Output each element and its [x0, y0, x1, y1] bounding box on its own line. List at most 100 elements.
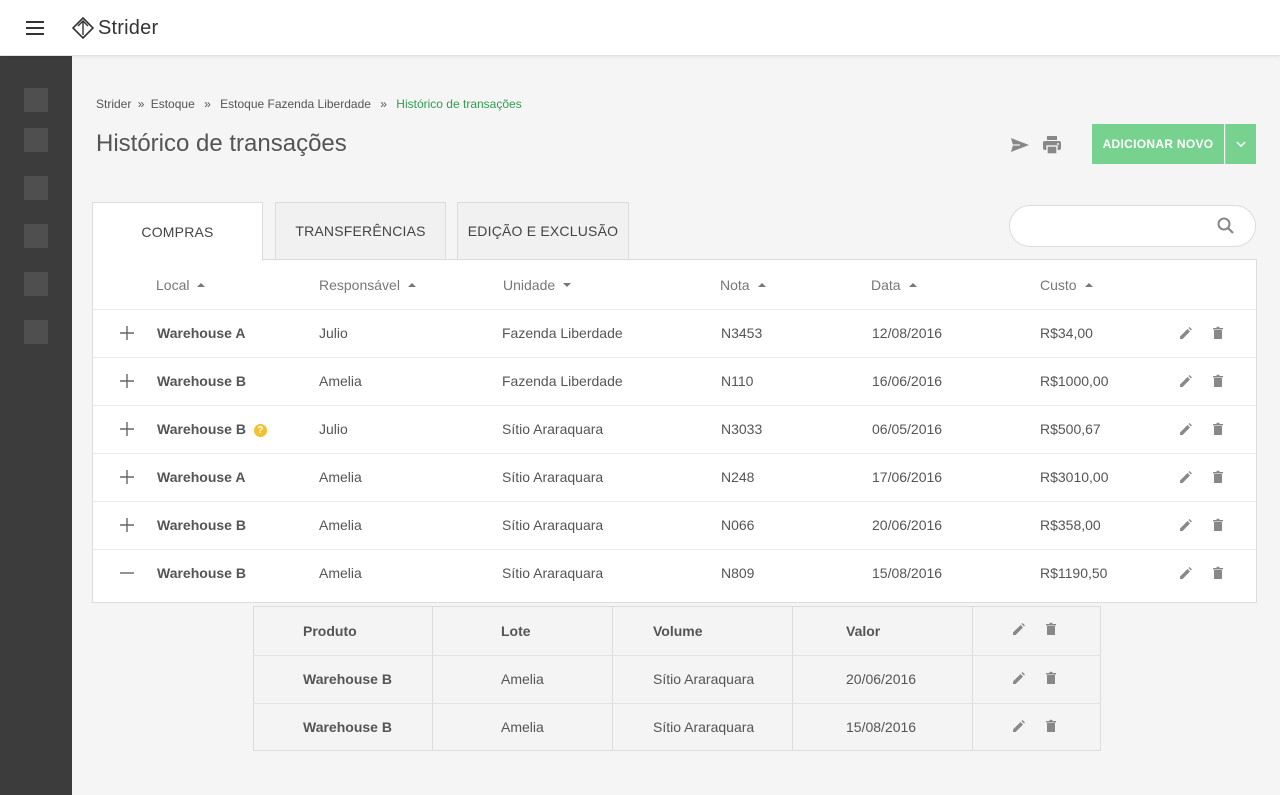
sort-asc-icon	[407, 283, 416, 288]
add-new-dropdown-button[interactable]	[1225, 124, 1256, 164]
table-row[interactable]: Warehouse B Amelia Sítio Araraquara N066 20/…	[93, 501, 1256, 549]
delete-icon[interactable]	[1210, 421, 1226, 437]
column-header-data[interactable]: Data	[871, 277, 917, 293]
cell-nota: N110	[721, 373, 754, 389]
cell-lote: Amelia	[501, 671, 544, 687]
breadcrumb-separator: »	[204, 97, 211, 111]
strider-logo-icon	[72, 17, 94, 39]
page-title: Histórico de transações	[96, 130, 347, 157]
plus-icon[interactable]	[117, 467, 137, 487]
search-input[interactable]	[1026, 216, 1206, 236]
table-row[interactable]: Warehouse A Julio Fazenda Liberdade N3453 12…	[93, 309, 1256, 357]
delete-icon[interactable]	[1043, 670, 1059, 686]
cell-custo: R$34,00	[1040, 325, 1093, 341]
delete-icon[interactable]	[1210, 517, 1226, 533]
sidebar-item-2[interactable]	[24, 128, 48, 152]
cell-local: Warehouse A	[157, 325, 245, 341]
column-label: Data	[871, 277, 901, 293]
delete-icon[interactable]	[1210, 469, 1226, 485]
app-name: Strider	[98, 16, 159, 39]
edit-icon[interactable]	[1178, 373, 1194, 389]
sidebar-item-6[interactable]	[24, 320, 48, 344]
table-row[interactable]: Warehouse A Amelia Sítio Araraquara N248 17/…	[93, 453, 1256, 501]
column-header-unidade[interactable]: Unidade	[503, 277, 572, 293]
edit-icon[interactable]	[1011, 621, 1027, 637]
edit-icon[interactable]	[1178, 565, 1194, 581]
send-icon[interactable]	[1008, 133, 1032, 157]
column-label: Custo	[1040, 277, 1077, 293]
cell-unidade: Fazenda Liberdade	[502, 325, 623, 341]
sort-asc-icon	[908, 283, 917, 288]
cell-unidade: Sítio Araraquara	[502, 469, 604, 485]
plus-icon[interactable]	[117, 371, 137, 391]
cell-data: 17/06/2016	[872, 469, 943, 485]
add-new-button[interactable]: ADICIONAR NOVO	[1092, 124, 1224, 164]
delete-icon[interactable]	[1210, 373, 1226, 389]
delete-icon[interactable]	[1043, 621, 1059, 637]
sidebar-item-3[interactable]	[24, 176, 48, 200]
chevron-down-icon	[1236, 140, 1246, 147]
sidebar	[0, 56, 72, 795]
tab-edicao-exclusao[interactable]: EDIÇÃO E EXCLUSÃO	[457, 202, 629, 259]
cell-nota: N066	[721, 517, 755, 533]
detail-row[interactable]: Warehouse B Amelia Sítio Araraquara 20/06/2…	[254, 655, 1100, 703]
search-icon[interactable]	[1216, 216, 1236, 236]
column-header-responsavel[interactable]: Responsável	[319, 277, 416, 293]
edit-icon[interactable]	[1178, 325, 1194, 341]
cell-valor: 20/06/2016	[846, 671, 917, 687]
print-icon[interactable]	[1040, 133, 1064, 157]
cell-nota: N248	[721, 469, 755, 485]
transactions-table: Local Responsável Unidade Nota Data Cust…	[92, 259, 1257, 603]
help-icon[interactable]: ?	[253, 424, 267, 437]
sidebar-item-4[interactable]	[24, 224, 48, 248]
column-header-nota[interactable]: Nota	[720, 277, 766, 293]
detail-header-lote: Lote	[501, 623, 531, 639]
delete-icon[interactable]	[1210, 565, 1226, 581]
column-header-local[interactable]: Local	[156, 277, 206, 293]
sidebar-item-5[interactable]	[24, 272, 48, 296]
tab-compras[interactable]: COMPRAS	[92, 202, 263, 261]
table-row[interactable]: Warehouse B Amelia Sítio Araraquara N809 15/…	[93, 549, 1256, 597]
local-text: Warehouse B	[157, 517, 246, 533]
edit-icon[interactable]	[1011, 718, 1027, 734]
breadcrumb-item[interactable]: Strider	[96, 97, 131, 111]
cell-unidade: Sítio Araraquara	[502, 517, 604, 533]
cell-produto: Warehouse B	[303, 719, 392, 735]
plus-icon[interactable]	[117, 515, 137, 535]
edit-icon[interactable]	[1178, 469, 1194, 485]
delete-icon[interactable]	[1210, 325, 1226, 341]
table-header: Local Responsável Unidade Nota Data Cust…	[93, 260, 1256, 310]
table-row[interactable]: Warehouse B Amelia Fazenda Liberdade N110 16…	[93, 357, 1256, 405]
edit-icon[interactable]	[1011, 670, 1027, 686]
detail-table: Produto Lote Volume Valor Warehouse B Ame…	[253, 606, 1101, 751]
search-box	[1009, 205, 1256, 247]
detail-header-volume: Volume	[653, 623, 703, 639]
edit-icon[interactable]	[1178, 517, 1194, 533]
plus-icon[interactable]	[117, 323, 137, 343]
minus-icon[interactable]	[117, 563, 137, 583]
column-header-custo[interactable]: Custo	[1040, 277, 1093, 293]
breadcrumb-separator: »	[137, 97, 145, 111]
menu-icon[interactable]	[24, 18, 48, 38]
cell-responsavel: Amelia	[319, 373, 362, 389]
plus-icon[interactable]	[117, 419, 137, 439]
sort-asc-icon	[197, 283, 206, 288]
delete-icon[interactable]	[1043, 718, 1059, 734]
table-row[interactable]: Warehouse B? Julio Sítio Araraquara N3033 06…	[93, 405, 1256, 453]
breadcrumb-item[interactable]: Estoque Fazenda Liberdade	[220, 97, 371, 111]
cell-custo: R$500,67	[1040, 421, 1101, 437]
cell-unidade: Sítio Araraquara	[502, 421, 604, 437]
logo[interactable]: Strider	[72, 16, 158, 40]
tab-transferencias[interactable]: TRANSFERÊNCIAS	[275, 202, 446, 259]
edit-icon[interactable]	[1178, 421, 1194, 437]
detail-row[interactable]: Warehouse B Amelia Sítio Araraquara 15/08/2…	[254, 703, 1100, 751]
breadcrumb: Strider » Estoque » Estoque Fazenda Libe…	[96, 97, 522, 111]
cell-responsavel: Amelia	[319, 517, 362, 533]
local-text: Warehouse A	[157, 325, 246, 341]
cell-unidade: Sítio Araraquara	[502, 565, 604, 581]
cell-data: 16/06/2016	[872, 373, 943, 389]
cell-custo: R$3010,00	[1040, 469, 1109, 485]
breadcrumb-item[interactable]: Estoque	[151, 97, 195, 111]
sidebar-item-1[interactable]	[24, 88, 48, 112]
cell-valor: 15/08/2016	[846, 719, 917, 735]
